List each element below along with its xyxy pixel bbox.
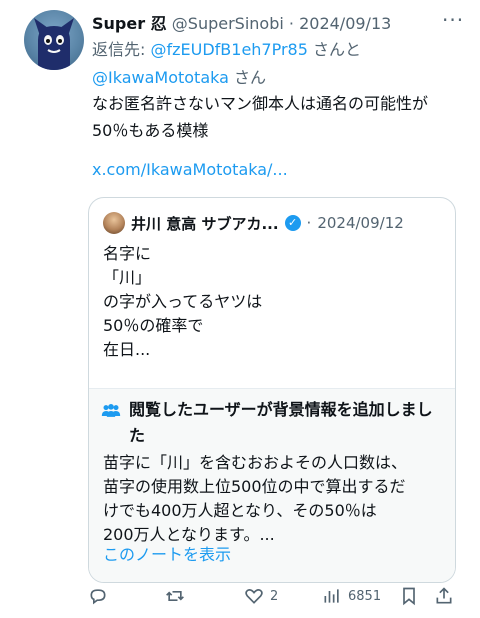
quoted-tweet-header: 井川 意高 サブアカ... ✓ · 2024/09/12 <box>103 212 404 234</box>
more-options-icon[interactable]: ··· <box>442 8 464 32</box>
quoted-text-line: 名字に <box>103 244 152 263</box>
bookmark-icon <box>403 587 415 606</box>
quoted-text-line: の字が入ってるヤツは <box>103 292 263 311</box>
separator: · <box>288 14 294 33</box>
reply-button[interactable] <box>88 586 108 606</box>
note-title: 閲覧したユーザーが背景情報を追加しました <box>129 400 433 445</box>
views-icon <box>324 589 339 603</box>
quoted-text-line: 在日... <box>103 340 151 359</box>
note-body: 苗字に「川」を含むおおよその人口数は、 苗字の使用数上位500位の中で算出するだ… <box>103 451 447 547</box>
share-button[interactable] <box>434 586 454 606</box>
like-count: 2 <box>270 588 279 604</box>
quoted-text-line: 「川」 <box>103 268 152 287</box>
community-note: 閲覧したユーザーが背景情報を追加しました 苗字に「川」を含むおおよその人口数は、… <box>89 388 455 582</box>
quoted-display-name: 井川 意高 サブアカ... <box>131 214 279 233</box>
quoted-tweet[interactable]: 井川 意高 サブアカ... ✓ · 2024/09/12 名字に 「川」 の字が… <box>88 197 456 583</box>
retweet-button[interactable] <box>165 586 185 606</box>
note-line: 苗字に「川」を含むおおよその人口数は、 <box>103 453 408 472</box>
tweet-header: Super 忍 @SuperSinobi · 2024/09/13 <box>92 10 391 34</box>
reply-context: 返信先: @fzEUDfB1eh7Pr85 さんと @IkawaMototaka… <box>92 36 462 92</box>
reply-icon <box>90 589 106 605</box>
quoted-date: 2024/09/12 <box>317 214 404 232</box>
quoted-separator: · <box>306 214 312 232</box>
author-avatar[interactable] <box>24 10 84 70</box>
bookmark-button[interactable] <box>399 586 419 606</box>
tweet-text-line: なお匿名許さないマン御本人は通名の可能性が <box>92 94 429 113</box>
user-handle[interactable]: @SuperSinobi <box>172 14 284 33</box>
quoted-text: 名字に 「川」 の字が入ってるヤツは 50％の確率で 在日... <box>103 242 443 362</box>
retweet-icon <box>166 591 184 601</box>
views-button[interactable]: 6851 <box>322 586 381 606</box>
note-line: けでも400万人超となり、その50％は <box>103 501 377 520</box>
reply-user-link[interactable]: @IkawaMototaka <box>92 68 229 87</box>
verified-badge-icon: ✓ <box>284 215 301 231</box>
tweet-url-link[interactable]: x.com/IkawaMototaka/... <box>92 160 288 179</box>
heart-icon <box>245 589 263 604</box>
tweet-text: なお匿名許さないマン御本人は通名の可能性が 50％もある模様 <box>92 90 464 144</box>
people-icon <box>101 404 121 417</box>
views-count: 6851 <box>348 588 382 604</box>
tweet-actions: 2 6851 <box>0 586 480 616</box>
note-line: 苗字の使用数上位500位の中で算出するだ <box>103 477 406 496</box>
like-button[interactable]: 2 <box>244 586 278 606</box>
quoted-text-line: 50％の確率で <box>103 316 204 335</box>
display-name[interactable]: Super 忍 <box>92 14 167 33</box>
show-note-link[interactable]: このノートを表示 <box>103 541 231 565</box>
reply-prefix: 返信先: <box>92 40 151 59</box>
reply-and: さんと <box>307 40 362 59</box>
quoted-author-avatar <box>103 212 125 234</box>
tweet-date[interactable]: 2024/09/13 <box>299 14 391 33</box>
share-icon <box>436 587 452 604</box>
reply-user-link[interactable]: @fzEUDfB1eh7Pr85 <box>150 40 307 59</box>
tweet-text-line: 50％もある模様 <box>92 121 209 140</box>
reply-san: さん <box>228 68 267 87</box>
